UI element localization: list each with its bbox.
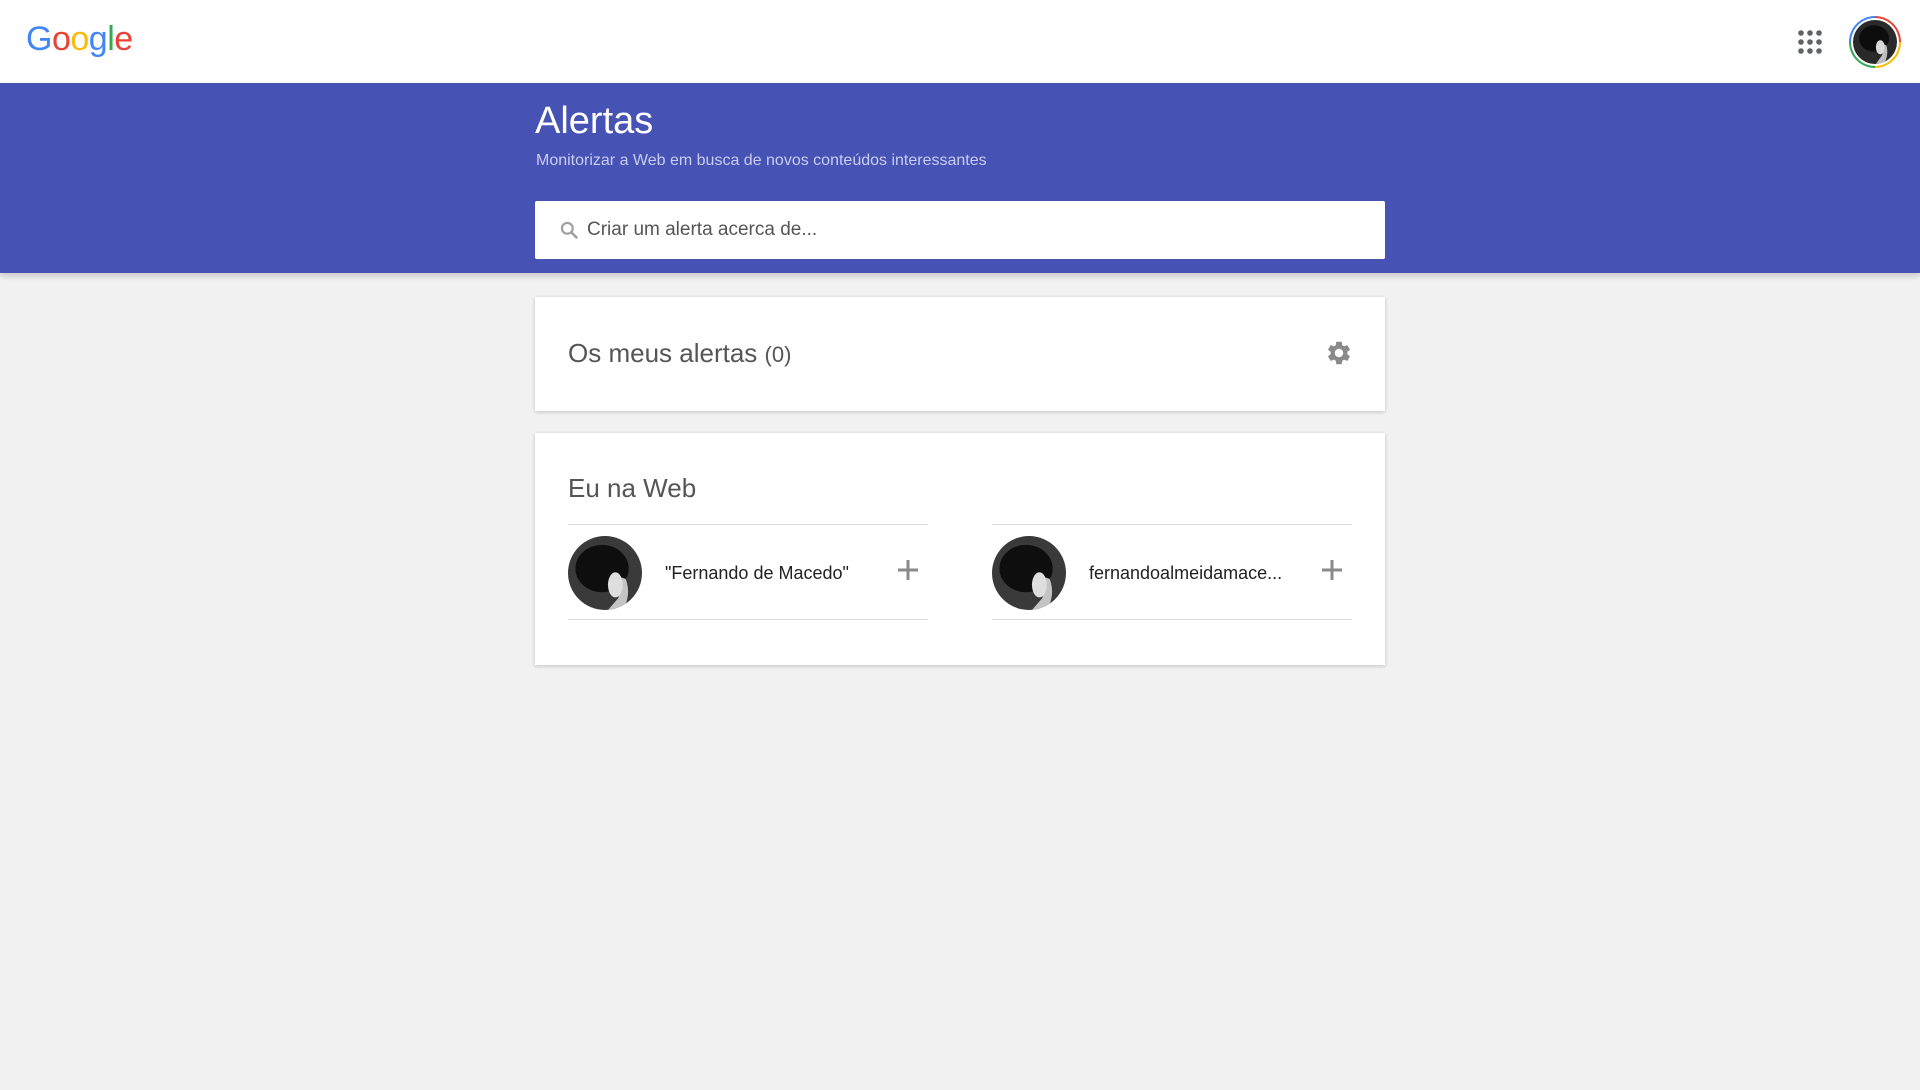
account-avatar-ring bbox=[1851, 18, 1899, 66]
my-alerts-card: Os meus alertas (0) bbox=[535, 297, 1385, 411]
page-title: Alertas bbox=[535, 100, 654, 142]
logo-letter: e bbox=[114, 20, 133, 58]
web-suggestion-label: "Fernando de Macedo" bbox=[665, 563, 849, 583]
my-alerts-title: Os meus alertas (0) bbox=[568, 338, 791, 369]
my-alerts-count: (0) bbox=[764, 342, 792, 367]
web-suggestion-label: fernandoalmeidamace... bbox=[1089, 563, 1283, 583]
web-suggestion-item: "Fernando de Macedo" bbox=[568, 524, 928, 620]
logo-letter: l bbox=[107, 20, 115, 58]
logo-letter: G bbox=[26, 20, 52, 58]
google-logo[interactable]: Google bbox=[26, 20, 133, 59]
avatar bbox=[992, 536, 1066, 610]
logo-letter: o bbox=[70, 20, 89, 58]
logo-letter: g bbox=[88, 20, 108, 58]
my-alerts-label: Os meus alertas bbox=[568, 338, 758, 368]
search-bar[interactable] bbox=[535, 201, 1385, 259]
plus-icon[interactable] bbox=[1320, 558, 1344, 582]
logo-letter: o bbox=[51, 20, 71, 58]
account-avatar-button[interactable] bbox=[1849, 16, 1901, 68]
page-subtitle: Monitorizar a Web em busca de novos cont… bbox=[536, 152, 987, 169]
search-input[interactable] bbox=[587, 219, 1367, 241]
hero-banner: Alertas Monitorizar a Web em busca de no… bbox=[0, 83, 1920, 273]
top-bar: Google bbox=[0, 0, 1920, 83]
avatar bbox=[568, 536, 642, 610]
search-icon bbox=[560, 221, 578, 239]
account-avatar bbox=[1853, 20, 1897, 64]
plus-icon[interactable] bbox=[896, 558, 920, 582]
me-on-web-title: Eu na Web bbox=[568, 473, 697, 503]
apps-grid-icon[interactable] bbox=[1797, 29, 1823, 55]
web-suggestion-item: fernandoalmeidamace... bbox=[992, 524, 1352, 620]
gear-icon[interactable] bbox=[1325, 339, 1353, 367]
me-on-web-card: Eu na Web "Fernando de Macedo" fernandoa… bbox=[535, 433, 1385, 665]
